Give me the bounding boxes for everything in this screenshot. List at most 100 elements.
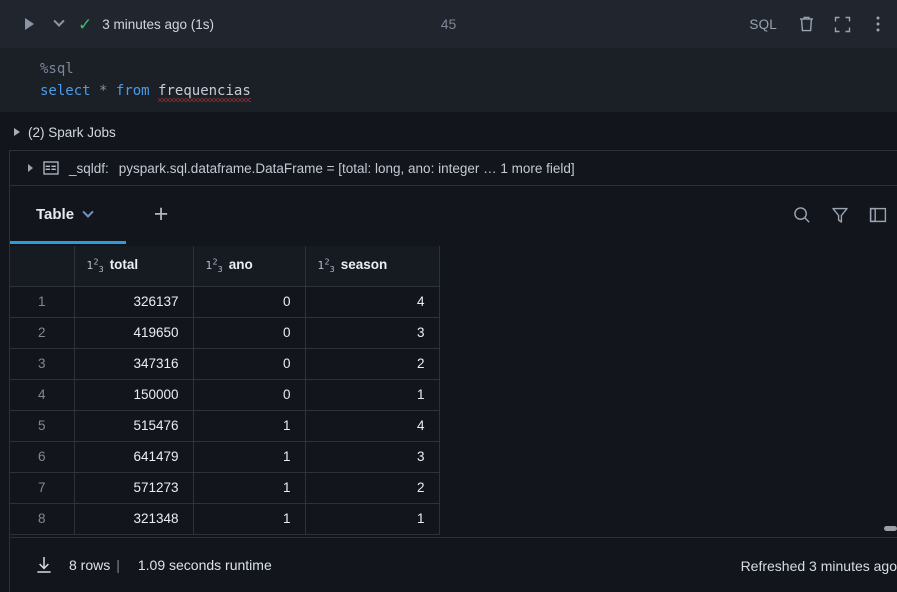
table-icon xyxy=(43,161,59,175)
triangle-right-icon xyxy=(14,128,20,136)
download-results-button[interactable] xyxy=(31,552,57,578)
cell-season[interactable]: 3 xyxy=(305,441,440,473)
cell-season[interactable]: 4 xyxy=(305,410,440,442)
download-icon xyxy=(37,557,51,573)
cell-total[interactable]: 419650 xyxy=(74,317,194,349)
table-row[interactable]: 3 347316 0 2 xyxy=(10,348,440,380)
cell-season[interactable]: 4 xyxy=(305,286,440,318)
chevron-down-icon[interactable] xyxy=(82,206,94,218)
cell-total[interactable]: 641479 xyxy=(74,441,194,473)
refreshed-label: Refreshed 3 minutes ago xyxy=(740,557,897,574)
column-header-index xyxy=(10,246,75,287)
table-row[interactable]: 8 321348 1 1 xyxy=(10,503,440,535)
results-grid[interactable]: 123 total 123 ano 123 season 1 326137 0 4 xyxy=(9,246,897,537)
table-row[interactable]: 2 419650 0 3 xyxy=(10,317,440,349)
fullscreen-button[interactable] xyxy=(825,7,859,41)
column-header-ano-label: ano xyxy=(228,257,253,273)
cell-ano[interactable]: 1 xyxy=(193,503,306,535)
results-tools-group xyxy=(785,186,897,243)
row-index: 7 xyxy=(10,472,75,504)
dataframe-signature: pyspark.sql.dataframe.DataFrame = [total… xyxy=(118,160,575,176)
runtime-label: 1.09 seconds runtime xyxy=(137,557,272,573)
table-row[interactable]: 7 571273 1 2 xyxy=(10,472,440,504)
cell-ano[interactable]: 1 xyxy=(193,441,306,473)
numeric-type-icon: 123 xyxy=(205,257,223,275)
expand-icon xyxy=(834,16,850,32)
cell-toolbar: ✓ 3 minutes ago (1s) 45 SQL xyxy=(0,0,897,48)
spark-jobs-expander[interactable]: (2) Spark Jobs xyxy=(0,118,897,146)
horizontal-scrollbar-thumb[interactable] xyxy=(884,526,897,531)
run-menu-button[interactable] xyxy=(44,9,74,39)
language-badge-sql[interactable]: SQL xyxy=(739,17,787,32)
cell-ano[interactable]: 1 xyxy=(193,472,306,504)
chevron-down-icon xyxy=(53,15,65,27)
tab-table[interactable]: Table xyxy=(10,186,110,243)
code-editor[interactable]: %sql select * from frequencias xyxy=(0,48,897,112)
row-index: 8 xyxy=(10,503,75,535)
sql-table-name: frequencias xyxy=(158,83,251,102)
cell-total[interactable]: 347316 xyxy=(74,348,194,380)
footer-separator: | xyxy=(116,557,120,573)
table-row[interactable]: 6 641479 1 3 xyxy=(10,441,440,473)
more-options-button[interactable] xyxy=(861,7,895,41)
refreshed-label-wrap: Refreshed 3 minutes ago xyxy=(741,538,897,592)
cell-status-text: 3 minutes ago (1s) xyxy=(102,16,215,32)
column-header-total[interactable]: 123 total xyxy=(74,246,194,287)
sql-keyword-select: select xyxy=(40,83,91,99)
cell-season[interactable]: 1 xyxy=(305,379,440,411)
search-icon xyxy=(794,206,810,223)
cell-ano[interactable]: 1 xyxy=(193,410,306,442)
cell-total[interactable]: 321348 xyxy=(74,503,194,535)
table-header-row: 123 total 123 ano 123 season xyxy=(10,246,440,287)
toolbar-left-group: ✓ 3 minutes ago (1s) xyxy=(0,9,214,39)
cell-ano[interactable]: 0 xyxy=(193,348,306,380)
magic-command-token: %sql xyxy=(40,61,74,77)
row-count-label: 8 rows xyxy=(69,557,111,573)
cell-ano[interactable]: 0 xyxy=(193,379,306,411)
delete-cell-button[interactable] xyxy=(789,7,823,41)
cell-total[interactable]: 515476 xyxy=(74,410,194,442)
row-index: 2 xyxy=(10,317,75,349)
results-footer: 8 rows | 1.09 seconds runtime Refreshed … xyxy=(9,537,897,592)
code-line-1: %sql xyxy=(40,58,897,80)
results-panel-toggle-button[interactable] xyxy=(861,198,895,232)
cell-ano[interactable]: 0 xyxy=(193,317,306,349)
tab-table-label: Table xyxy=(36,206,75,223)
results-search-button[interactable] xyxy=(785,198,819,232)
column-header-season-label: season xyxy=(340,257,388,273)
results-table: 123 total 123 ano 123 season 1 326137 0 4 xyxy=(10,246,440,535)
table-row[interactable]: 5 515476 1 4 xyxy=(10,410,440,442)
filter-icon xyxy=(832,207,848,223)
table-row[interactable]: 1 326137 0 4 xyxy=(10,286,440,318)
sql-keyword-from: from xyxy=(115,83,150,99)
notebook-cell: ✓ 3 minutes ago (1s) 45 SQL %sql select … xyxy=(0,0,897,592)
triangle-right-icon xyxy=(28,164,33,172)
run-cell-button[interactable] xyxy=(14,9,44,39)
row-index: 4 xyxy=(10,379,75,411)
cell-total[interactable]: 571273 xyxy=(74,472,194,504)
cell-season[interactable]: 1 xyxy=(305,503,440,535)
results-tab-bar: Table + xyxy=(9,186,897,246)
column-header-ano[interactable]: 123 ano xyxy=(193,246,306,287)
results-filter-button[interactable] xyxy=(823,198,857,232)
cell-number[interactable]: 45 xyxy=(441,16,457,32)
cell-total[interactable]: 326137 xyxy=(74,286,194,318)
results-table-body: 1 326137 0 4 2 419650 0 3 3 347316 0 2 4… xyxy=(10,286,440,535)
trash-icon xyxy=(799,16,813,32)
dataframe-summary-row[interactable]: _sqldf: pyspark.sql.dataframe.DataFrame … xyxy=(9,150,897,186)
cell-total[interactable]: 150000 xyxy=(74,379,194,411)
column-header-season[interactable]: 123 season xyxy=(305,246,440,287)
table-row[interactable]: 4 150000 0 1 xyxy=(10,379,440,411)
cell-season[interactable]: 2 xyxy=(305,348,440,380)
row-index: 1 xyxy=(10,286,75,318)
column-header-total-label: total xyxy=(109,257,139,273)
add-visualization-button[interactable]: + xyxy=(141,186,181,243)
cell-season[interactable]: 2 xyxy=(305,472,440,504)
cell-ano[interactable]: 0 xyxy=(193,286,306,318)
active-tab-indicator xyxy=(10,241,126,244)
cell-season[interactable]: 3 xyxy=(305,317,440,349)
numeric-type-icon: 123 xyxy=(317,257,335,275)
success-check-icon: ✓ xyxy=(78,14,93,34)
toolbar-right-group: SQL xyxy=(739,0,897,48)
row-index: 3 xyxy=(10,348,75,380)
